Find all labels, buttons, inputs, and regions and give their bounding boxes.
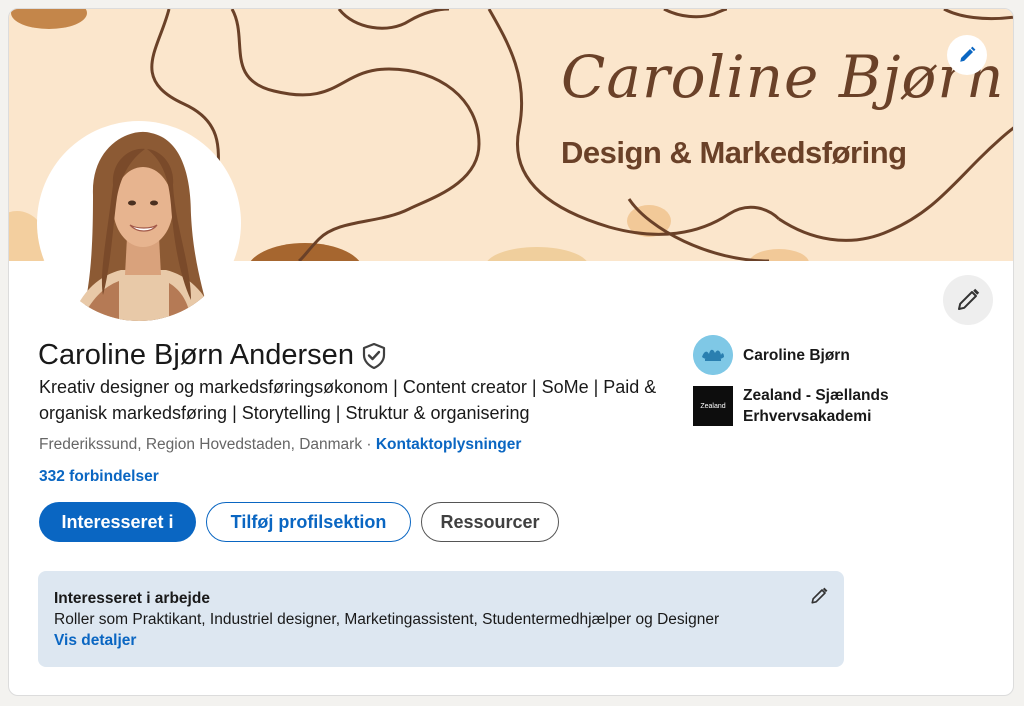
pencil-icon	[958, 288, 980, 310]
profile-card: Caroline Bjørn Design & Markedsføring Ca…	[8, 8, 1014, 696]
contact-info-link[interactable]: Kontaktoplysninger	[376, 436, 522, 453]
location-row: Frederikssund, Region Hovedstaden, Danma…	[39, 436, 521, 454]
round-logo-icon	[693, 335, 733, 375]
profile-location: Frederikssund, Region Hovedstaden, Danma…	[39, 436, 363, 453]
shield-check-icon[interactable]	[362, 342, 386, 369]
profile-headline: Kreativ designer og markedsføringsøkonom…	[39, 377, 657, 423]
location-separator: ·	[362, 436, 376, 453]
see-details-link[interactable]: Vis detaljer	[54, 630, 136, 651]
name-row: Caroline Bjørn Andersen	[38, 339, 386, 372]
company-logo	[693, 335, 733, 375]
profile-photo[interactable]	[37, 121, 241, 325]
company-logo: Zealand	[693, 386, 733, 426]
experience-list: Caroline Bjørn Zealand Zealand - Sjællan…	[693, 335, 933, 437]
connections-link[interactable]: 332 forbindelser	[39, 468, 159, 486]
experience-item[interactable]: Caroline Bjørn	[693, 335, 933, 375]
experience-label: Caroline Bjørn	[743, 346, 850, 364]
experience-item[interactable]: Zealand Zealand - Sjællands Erhvervsakad…	[693, 385, 933, 427]
edit-intro-button[interactable]	[943, 275, 993, 325]
open-to-work-roles: Roller som Praktikant, Industriel design…	[54, 611, 720, 628]
add-profile-section-button[interactable]: Tilføj profilsektion	[206, 502, 411, 542]
profile-name: Caroline Bjørn Andersen	[38, 339, 354, 371]
banner-subtitle: Design & Markedsføring	[561, 135, 907, 170]
pencil-icon	[811, 587, 828, 604]
edit-banner-button[interactable]	[947, 35, 987, 75]
experience-label: Zealand - Sjællands Erhvervsakademi	[743, 387, 889, 425]
resources-button[interactable]: Ressourcer	[421, 502, 559, 542]
edit-open-to-work-button[interactable]	[808, 585, 830, 607]
open-to-work-title: Interesseret i arbejde	[54, 590, 210, 607]
profile-photo-image	[41, 125, 237, 321]
open-to-button[interactable]: Interesseret i	[39, 502, 196, 542]
banner-title: Caroline Bjørn	[561, 43, 1005, 111]
open-to-work-card[interactable]: Interesseret i arbejde Roller som Prakti…	[38, 571, 844, 667]
pencil-icon	[960, 46, 976, 62]
